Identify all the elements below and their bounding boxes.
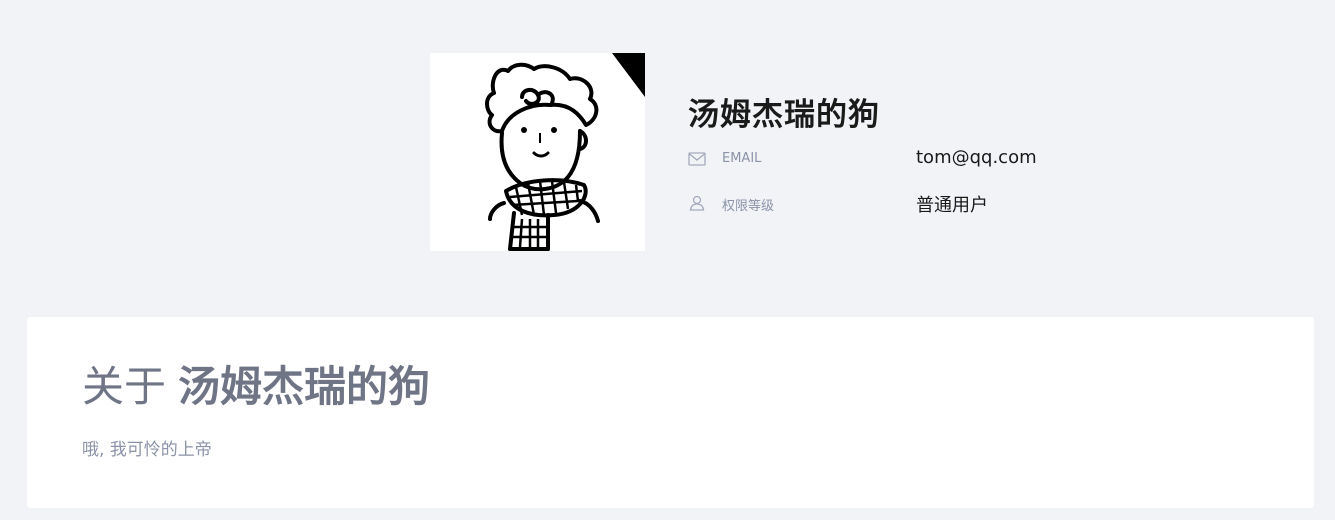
corner-flag-icon [612, 53, 645, 97]
role-row: 权限等级 普通用户 [688, 191, 1068, 216]
about-title: 关于 汤姆杰瑞的狗 [82, 353, 430, 414]
about-title-prefix: 关于 [82, 362, 167, 411]
about-title-name: 汤姆杰瑞的狗 [178, 362, 431, 411]
email-label: EMAIL [722, 151, 762, 166]
about-card: 关于 汤姆杰瑞的狗 哦, 我可怜的上帝 [27, 317, 1314, 508]
email-row: EMAIL tom@qq.com [688, 147, 1068, 171]
profile-header: 汤姆杰瑞的狗 EMAIL tom@qq.com 权限等级 普通用户 [430, 53, 1070, 251]
user-name: 汤姆杰瑞的狗 [688, 97, 880, 133]
email-value: tom@qq.com [916, 147, 1037, 168]
role-label: 权限等级 [722, 199, 775, 214]
user-icon [688, 195, 706, 211]
mail-icon [688, 151, 706, 167]
about-bio: 哦, 我可怜的上帝 [82, 440, 212, 460]
role-value: 普通用户 [916, 195, 988, 216]
avatar[interactable] [430, 53, 645, 251]
